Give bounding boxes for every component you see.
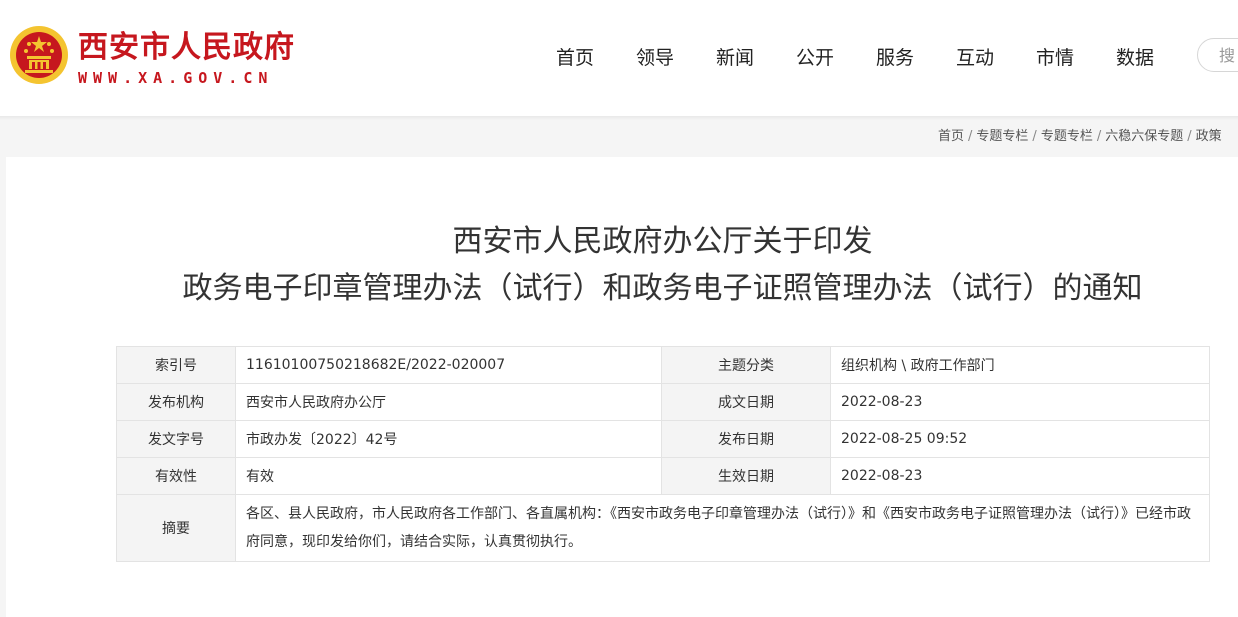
- search-placeholder: 搜: [1219, 46, 1236, 65]
- table-row: 有效性 有效 生效日期 2022-08-23: [116, 457, 1210, 495]
- nav-item-disclosure[interactable]: 公开: [775, 40, 855, 76]
- article-title-line-2: 政务电子印章管理办法（试行）和政务电子证照管理办法（试行）的通知: [182, 271, 1143, 306]
- table-row: 摘要 各区、县人民政府，市人民政府各工作部门、各直属机构：《西安市政务电子印章管…: [116, 494, 1210, 562]
- issuer-value: 西安市人民政府办公厅: [235, 383, 662, 421]
- site-name[interactable]: 西安市人民政府: [78, 30, 295, 66]
- publish-date-label: 发布日期: [661, 420, 831, 458]
- national-emblem-icon[interactable]: [8, 24, 70, 86]
- breadcrumb-separator: /: [1032, 129, 1037, 144]
- breadcrumb-separator: /: [1187, 129, 1192, 144]
- nav-item-interaction[interactable]: 互动: [935, 40, 1015, 76]
- effective-date-value: 2022-08-23: [830, 457, 1210, 495]
- summary-value: 各区、县人民政府，市人民政府各工作部门、各直属机构：《西安市政务电子印章管理办法…: [235, 494, 1210, 562]
- topic-label: 主题分类: [661, 346, 831, 384]
- breadcrumb-home[interactable]: 首页: [938, 129, 964, 144]
- topic-value: 组织机构 \ 政府工作部门: [830, 346, 1210, 384]
- breadcrumb-separator: /: [1096, 129, 1102, 144]
- nav-item-news[interactable]: 新闻: [695, 40, 775, 76]
- doc-no-value: 市政办发〔2022〕42号: [235, 420, 662, 458]
- site-url: WWW.XA.GOV.CN: [78, 69, 274, 87]
- nav-item-city-info[interactable]: 市情: [1015, 40, 1095, 76]
- article-title-line-1: 西安市人民政府办公厅关于印发: [452, 224, 873, 259]
- index-no-label: 索引号: [116, 346, 236, 384]
- search-input[interactable]: 搜: [1197, 38, 1238, 72]
- breadcrumb-policy[interactable]: 政策: [1196, 129, 1222, 144]
- nav-item-home[interactable]: 首页: [535, 40, 615, 76]
- breadcrumb-special-topics[interactable]: 专题专栏: [976, 129, 1028, 144]
- table-row: 索引号 11610100750218682E/2022-020007 主题分类 …: [116, 346, 1210, 384]
- effective-date-label: 生效日期: [661, 457, 831, 495]
- breadcrumb-separator: /: [968, 129, 973, 144]
- header-divider: [0, 116, 1238, 120]
- nav-item-leaders[interactable]: 领导: [615, 40, 695, 76]
- nav-item-services[interactable]: 服务: [855, 40, 935, 76]
- publish-date-value: 2022-08-25 09:52: [830, 420, 1210, 458]
- document-info-table: 索引号 11610100750218682E/2022-020007 主题分类 …: [116, 346, 1210, 562]
- table-row: 发文字号 市政办发〔2022〕42号 发布日期 2022-08-25 09:52: [116, 420, 1210, 458]
- table-row: 发布机构 西安市人民政府办公厅 成文日期 2022-08-23: [116, 383, 1210, 421]
- validity-value: 有效: [235, 457, 662, 495]
- doc-no-label: 发文字号: [116, 420, 236, 458]
- breadcrumb-special-topics-2[interactable]: 专题专栏: [1041, 129, 1093, 144]
- summary-label: 摘要: [116, 494, 236, 562]
- written-date-value: 2022-08-23: [830, 383, 1210, 421]
- index-no-value: 11610100750218682E/2022-020007: [235, 346, 662, 384]
- site-header: 西安市人民政府 WWW.XA.GOV.CN 首页 领导 新闻 公开 服务 互动 …: [0, 0, 1238, 116]
- main-nav: 首页 领导 新闻 公开 服务 互动 市情 数据: [535, 40, 1175, 76]
- nav-item-data[interactable]: 数据: [1095, 40, 1175, 76]
- validity-label: 有效性: [116, 457, 236, 495]
- issuer-label: 发布机构: [116, 383, 236, 421]
- written-date-label: 成文日期: [661, 383, 831, 421]
- breadcrumb-six-stability[interactable]: 六稳六保专题: [1105, 129, 1183, 144]
- breadcrumb: 首页 / 专题专栏 / 专题专栏 / 六稳六保专题 / 政策: [938, 128, 1222, 146]
